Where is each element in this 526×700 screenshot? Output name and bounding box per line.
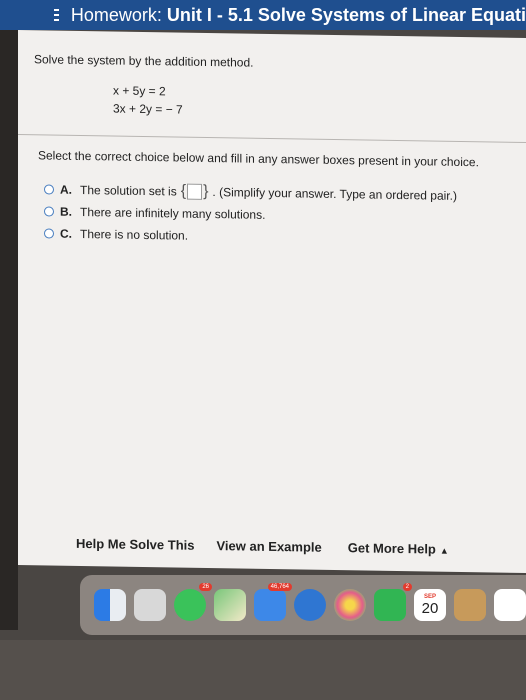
question-panel: Solve the system by the addition method.…: [18, 30, 526, 573]
answer-choices: A. The solution set is { } . (Simplify y…: [44, 178, 457, 250]
divider: [18, 134, 526, 143]
messages-badge: 26: [199, 583, 212, 591]
answer-box[interactable]: [187, 183, 203, 200]
equation-1: x + 5y = 2: [113, 83, 166, 99]
title-text: Unit I - 5.1 Solve Systems of Linear Equ…: [166, 4, 526, 25]
calendar-icon[interactable]: SEP 20: [414, 589, 446, 621]
choice-c-text: There is no solution.: [80, 226, 189, 243]
mail-icon[interactable]: 46,764: [254, 583, 292, 621]
radio-choice-c[interactable]: [44, 228, 54, 239]
radio-choice-b[interactable]: [44, 206, 54, 217]
question-prompt: Solve the system by the addition method.: [34, 52, 254, 70]
instruction-text: Select the correct choice below and fill…: [38, 148, 479, 170]
maps-icon[interactable]: [214, 589, 246, 621]
get-more-help-label: Get More Help: [347, 539, 436, 557]
photos-icon[interactable]: [334, 589, 366, 621]
homework-header: Homework: Unit I - 5.1 Solve Systems of …: [0, 0, 526, 30]
choice-b-text: There are infinitely many solutions.: [80, 204, 266, 222]
page-title: Homework: Unit I - 5.1 Solve Systems of …: [71, 5, 526, 26]
choice-letter: A.: [60, 182, 72, 197]
radio-choice-a[interactable]: [44, 184, 54, 195]
photo-background: [0, 30, 18, 630]
finder-icon[interactable]: [94, 589, 126, 621]
help-bar: Help Me Solve This View an Example Get M…: [18, 522, 526, 570]
reminders-icon[interactable]: [494, 589, 526, 621]
equation-system: x + 5y = 2 3x + 2y = − 7: [113, 81, 183, 118]
contacts-icon[interactable]: [454, 589, 486, 621]
choice-a-text: The solution set is: [80, 182, 177, 199]
calendar-day: 20: [421, 599, 439, 617]
choice-letter: C.: [60, 226, 72, 241]
photo-background-bottom: [0, 640, 526, 700]
facetime-badge: 2: [402, 583, 412, 591]
solution-set-input[interactable]: { }: [181, 183, 209, 201]
choice-letter: B.: [60, 204, 72, 219]
messages-icon[interactable]: 26: [174, 583, 212, 621]
hamburger-menu-icon[interactable]: [54, 9, 59, 21]
left-brace-icon: {: [180, 182, 187, 200]
help-me-solve-button[interactable]: Help Me Solve This: [76, 535, 194, 552]
caret-up-icon: ▲: [439, 545, 449, 556]
title-prefix: Homework:: [70, 4, 167, 25]
equation-2: 3x + 2y = − 7: [113, 101, 183, 117]
choice-a-hint: . (Simplify your answer. Type an ordered…: [212, 185, 457, 203]
right-brace-icon: }: [203, 182, 209, 200]
facetime-icon[interactable]: 2: [374, 583, 412, 621]
mail-badge: 46,764: [267, 583, 292, 591]
screen: Homework: Unit I - 5.1 Solve Systems of …: [0, 0, 526, 700]
launchpad-icon[interactable]: [134, 589, 166, 621]
get-more-help-button[interactable]: Get More Help ▲: [348, 540, 449, 557]
view-example-button[interactable]: View an Example: [216, 538, 321, 555]
safari-icon[interactable]: [294, 589, 326, 621]
dock: 26 46,764 2 SEP 20: [80, 575, 526, 635]
